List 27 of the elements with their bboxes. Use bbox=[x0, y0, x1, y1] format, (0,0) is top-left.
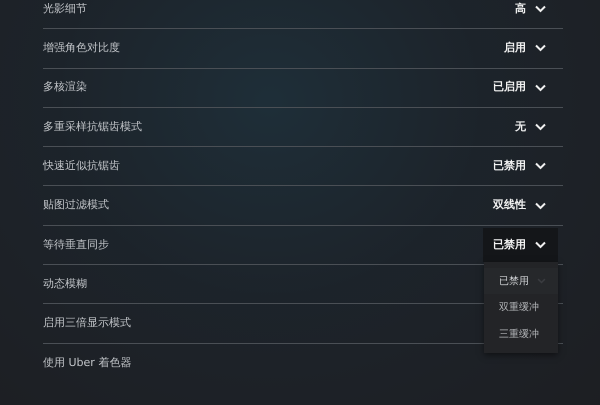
setting-label: 启用三倍显示模式 bbox=[43, 315, 131, 332]
chevron-down-icon bbox=[535, 123, 546, 132]
dropdown-select[interactable]: 已禁用 bbox=[483, 228, 558, 262]
setting-label: 动态模糊 bbox=[43, 276, 87, 292]
dropdown-select[interactable]: 已启用 bbox=[483, 70, 558, 105]
setting-label: 增强角色对比度 bbox=[43, 40, 120, 56]
chevron-down-icon bbox=[535, 5, 546, 14]
chevron-down-icon bbox=[535, 44, 546, 52]
dropdown-select[interactable]: 已禁用 bbox=[483, 149, 558, 184]
dropdown-select[interactable]: 启用 bbox=[494, 31, 558, 66]
setting-label: 等待垂直同步 bbox=[43, 236, 109, 253]
setting-label: 光影细节 bbox=[43, 0, 87, 17]
dropdown-option[interactable]: 双重缓冲 bbox=[484, 294, 558, 321]
setting-label: 多重采样抗锯齿模式 bbox=[43, 118, 142, 135]
chevron-down-icon bbox=[535, 202, 546, 210]
dropdown-option[interactable]: 三重缓冲 bbox=[484, 320, 558, 348]
chevron-down-icon bbox=[535, 240, 546, 249]
setting-label: 多核渲染 bbox=[43, 79, 87, 96]
dropdown-select[interactable]: 双线性 bbox=[483, 188, 558, 223]
dropdown-select[interactable]: 高 bbox=[505, 0, 558, 26]
setting-label: 快速近似抗锯齿 bbox=[43, 158, 120, 174]
setting-label: 使用 Uber 着色器 bbox=[43, 355, 132, 372]
dropdown-option[interactable]: 已禁用 bbox=[484, 268, 558, 294]
chevron-down-icon bbox=[535, 84, 546, 92]
setting-label: 贴图过滤模式 bbox=[43, 197, 109, 214]
dropdown-select[interactable]: 无 bbox=[505, 110, 558, 144]
chevron-down-icon bbox=[535, 162, 546, 170]
